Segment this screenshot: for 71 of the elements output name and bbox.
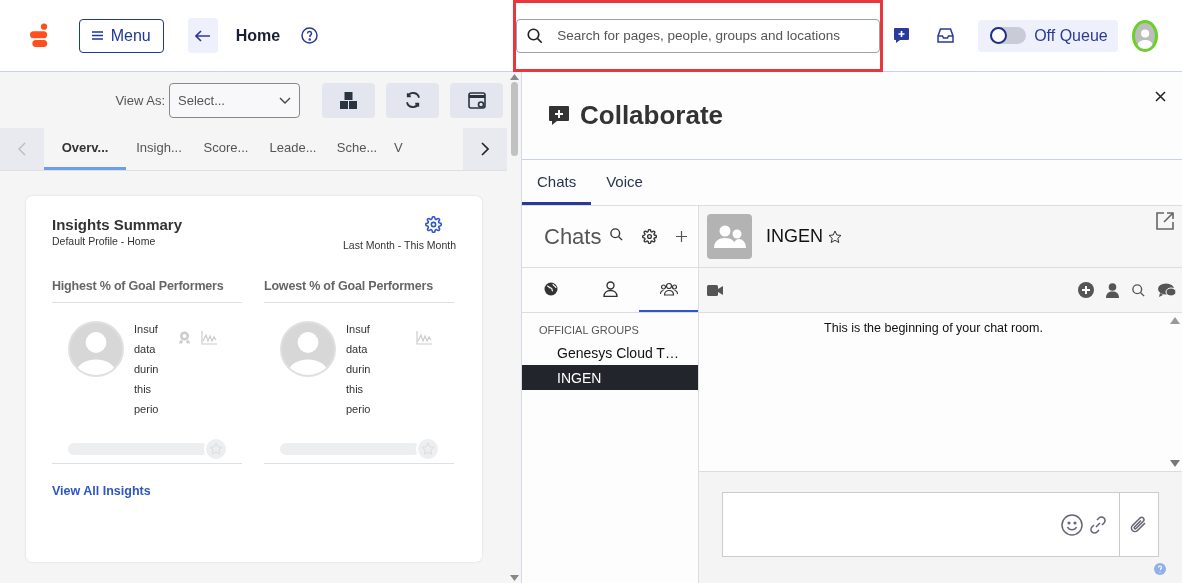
search-field[interactable]: Search for pages, people, groups and locations xyxy=(516,18,881,53)
column-title: Highest % of Goal Performers xyxy=(52,279,242,303)
scrollbar-thumb[interactable] xyxy=(510,82,518,156)
window-view-button[interactable] xyxy=(450,82,503,118)
group-avatar xyxy=(707,214,752,259)
menu-icon xyxy=(91,31,103,40)
view-as-select[interactable]: Select... xyxy=(169,82,300,118)
new-chat-button[interactable] xyxy=(893,27,911,44)
settings-icon[interactable] xyxy=(642,229,658,244)
back-button[interactable] xyxy=(187,18,218,53)
scroll-up-icon[interactable] xyxy=(1170,317,1180,324)
tab[interactable]: Score... xyxy=(192,128,260,170)
window-icon xyxy=(467,91,486,109)
search-icon[interactable] xyxy=(609,227,625,242)
scroll-up-icon[interactable] xyxy=(509,74,519,80)
column-title: Lowest % of Goal Performers xyxy=(264,279,454,303)
avatar-placeholder xyxy=(68,321,124,377)
back-arrow-icon xyxy=(195,29,211,42)
panel-title: Collaborate xyxy=(580,100,724,131)
search-icon[interactable] xyxy=(1131,282,1146,298)
person-icon[interactable] xyxy=(1106,282,1119,298)
tab[interactable]: Chats xyxy=(522,160,592,205)
insufficient-data-text: Insuf data durin this perio xyxy=(134,322,160,417)
add-icon[interactable] xyxy=(676,231,688,242)
award-icon xyxy=(178,331,191,345)
line-chart-icon xyxy=(201,331,217,345)
card-title: Insights Summary xyxy=(52,216,183,233)
group-item[interactable]: Genesys Cloud T… xyxy=(522,340,698,365)
scroll-down-icon[interactable] xyxy=(509,575,519,581)
view-all-insights-link[interactable]: View All Insights xyxy=(52,484,151,498)
tab[interactable]: Overv... xyxy=(44,128,126,170)
tab[interactable]: Sche... xyxy=(326,128,388,170)
date-range: Last Month - This Month xyxy=(342,239,456,251)
group-icon xyxy=(659,282,678,296)
chevron-right-icon xyxy=(481,142,489,156)
video-icon[interactable] xyxy=(707,284,723,296)
room-name: INGEN xyxy=(766,226,823,247)
person-icon xyxy=(602,281,618,297)
queue-toggle[interactable]: Off Queue xyxy=(978,19,1118,52)
avatar-placeholder xyxy=(280,321,336,377)
tab[interactable]: Voice xyxy=(591,160,658,205)
view-as-label: View As: xyxy=(115,92,165,108)
pop-out-icon[interactable] xyxy=(1156,212,1174,230)
settings-icon[interactable] xyxy=(425,216,442,233)
scroll-down-icon[interactable] xyxy=(1170,460,1180,467)
menu-button[interactable]: Menu xyxy=(78,18,164,53)
blocks-button[interactable] xyxy=(322,82,375,118)
chats-heading: Chats xyxy=(544,223,602,250)
chevron-left-icon xyxy=(18,142,26,156)
inbox-button[interactable] xyxy=(937,28,955,43)
group-item[interactable]: INGEN xyxy=(522,365,698,390)
chat-plus-icon xyxy=(548,104,570,127)
tab[interactable]: Leade... xyxy=(260,128,326,170)
page-title: Home xyxy=(235,26,281,45)
star-icon[interactable] xyxy=(828,229,842,244)
chat-start-message: This is the beginning of your chat room. xyxy=(823,320,1044,337)
blocks-icon xyxy=(340,91,357,109)
globe-icon xyxy=(544,282,559,296)
refresh-icon xyxy=(403,91,422,109)
tab[interactable]: Insigh... xyxy=(126,128,192,170)
search-icon[interactable] xyxy=(526,26,545,45)
help-button[interactable] xyxy=(301,27,319,44)
chat-bubbles-icon[interactable] xyxy=(1158,283,1176,297)
insufficient-data-text: Insuf data durin this perio xyxy=(346,322,372,417)
chevron-down-icon xyxy=(279,96,291,104)
refresh-button[interactable] xyxy=(386,82,439,118)
line-chart-icon xyxy=(416,331,432,345)
tab[interactable]: V xyxy=(388,128,463,170)
group-heading: OFFICIAL GROUPS xyxy=(538,323,640,338)
add-circle-icon[interactable] xyxy=(1078,282,1094,298)
card-subtitle: Default Profile - Home xyxy=(52,235,156,247)
